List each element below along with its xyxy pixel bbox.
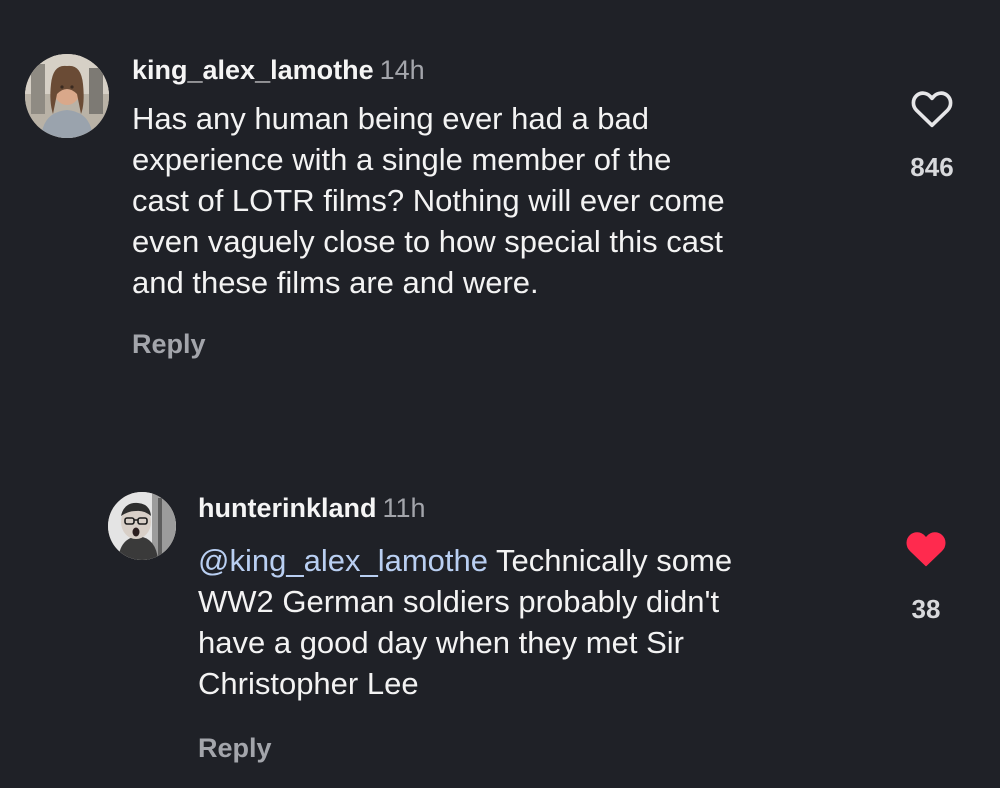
comment-meta: hunterinkland 11h (198, 492, 426, 524)
profile-photo (108, 492, 176, 560)
heart-filled-icon[interactable] (904, 528, 948, 568)
comment-line: even vaguely close to how special this c… (132, 224, 724, 259)
comment-reply: hunterinkland 11h @king_alex_lamothe Tech… (0, 380, 1000, 788)
timestamp: 11h (382, 493, 426, 523)
username[interactable]: king_alex_lamothe (132, 55, 374, 85)
comment-line: have a good day when they met Sir (198, 625, 684, 660)
comment-line: cast of LOTR films? Nothing will ever co… (132, 183, 725, 218)
user-mention[interactable]: @king_alex_lamothe (198, 543, 488, 578)
comments-thread: king_alex_lamothe 14h Has any human being… (0, 0, 1000, 788)
reply-button[interactable]: Reply (132, 328, 206, 360)
comment-line: Christopher Lee (198, 666, 419, 701)
avatar[interactable] (25, 54, 109, 138)
comment-line: @king_alex_lamothe Technically some (198, 540, 878, 581)
comment-line: WW2 German soldiers probably didn't (198, 584, 720, 619)
comment-meta: king_alex_lamothe 14h (132, 54, 425, 86)
comment-line: Has any human being ever had a bad (132, 101, 650, 136)
comment-line: and these films are and were. (132, 265, 539, 300)
username[interactable]: hunterinkland (198, 493, 377, 523)
comment-text: Has any human being ever had a bad exper… (132, 98, 872, 303)
comment: king_alex_lamothe 14h Has any human being… (0, 0, 1000, 380)
comment-text: @king_alex_lamothe Technically some WW2 … (198, 540, 878, 704)
timestamp: 14h (379, 55, 425, 85)
reply-button[interactable]: Reply (198, 732, 272, 764)
avatar[interactable] (108, 492, 176, 560)
comment-line-text: Technically some (496, 543, 733, 578)
profile-photo (25, 54, 109, 138)
comment-line: experience with a single member of the (132, 142, 672, 177)
heart-outline-icon[interactable] (910, 88, 954, 128)
like-count: 846 (910, 152, 954, 182)
like-count: 38 (911, 594, 941, 624)
